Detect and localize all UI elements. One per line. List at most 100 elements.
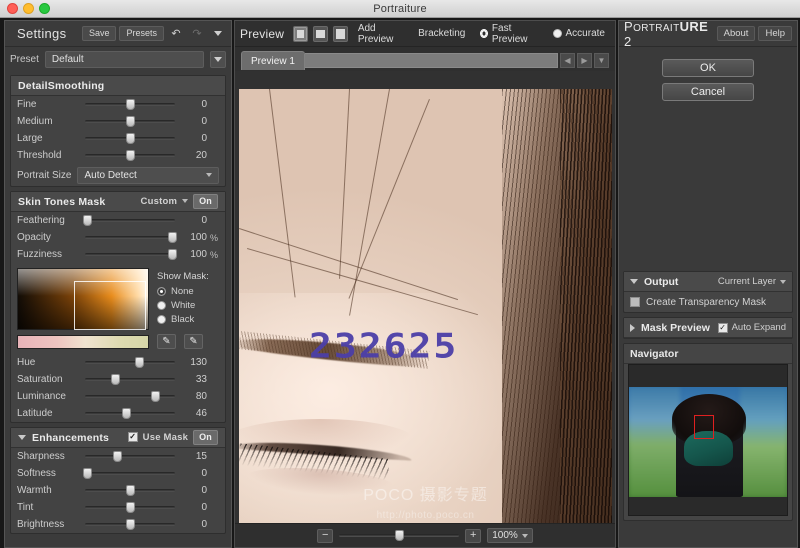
chevron-right-icon[interactable]: [630, 323, 635, 332]
preset-select[interactable]: Default: [44, 50, 204, 68]
bracketing-button[interactable]: Bracketing: [413, 26, 470, 41]
single-view-icon[interactable]: [293, 25, 308, 42]
slider-hue[interactable]: Hue 130: [11, 354, 225, 371]
slider-warmth[interactable]: Warmth 0: [11, 482, 225, 499]
slider-brightness[interactable]: Brightness 0: [11, 516, 225, 533]
eyedropper-plus-icon[interactable]: ✎: [157, 334, 176, 349]
zoom-out-button[interactable]: −: [317, 528, 334, 543]
output-header[interactable]: Output Current Layer: [624, 272, 792, 292]
add-preview-button[interactable]: Add Preview: [353, 21, 408, 47]
tab-preview-1[interactable]: Preview 1: [241, 51, 305, 70]
slider-fine[interactable]: Fine 0: [11, 96, 225, 113]
slider-feathering[interactable]: Feathering 0: [11, 212, 225, 229]
eyedropper-minus-icon[interactable]: ✎: [184, 334, 203, 349]
slider-latitude[interactable]: Latitude 46: [11, 405, 225, 422]
slider-saturation-track[interactable]: [85, 374, 175, 385]
chevron-down-icon[interactable]: [18, 435, 26, 440]
slider-large-track[interactable]: [85, 133, 175, 144]
cancel-button[interactable]: Cancel: [662, 83, 754, 101]
zoom-in-button[interactable]: +: [465, 528, 482, 543]
slider-opacity-track[interactable]: [85, 232, 178, 243]
accurate-option[interactable]: Accurate: [548, 26, 610, 41]
chevron-down-icon[interactable]: [630, 279, 638, 284]
tab-list-chevron-down-icon[interactable]: ▼: [594, 53, 609, 68]
show-mask-option-black[interactable]: Black: [157, 314, 209, 325]
navigator-viewport-rect[interactable]: [693, 414, 715, 439]
slider-feathering-track[interactable]: [82, 215, 175, 226]
skin-tone-selection-rect[interactable]: [74, 281, 146, 330]
slider-saturation[interactable]: Saturation 33: [11, 371, 225, 388]
slider-warmth-value: 0: [201, 485, 207, 496]
about-button[interactable]: About: [716, 25, 756, 42]
slider-fuzziness[interactable]: Fuzziness 100 %: [11, 246, 225, 263]
zoom-level-select[interactable]: 100%: [487, 528, 533, 543]
slider-opacity[interactable]: Opacity 100 %: [11, 229, 225, 246]
slider-threshold-track[interactable]: [85, 150, 175, 161]
radio-accurate-icon[interactable]: [552, 29, 562, 38]
presets-button[interactable]: Presets: [119, 26, 164, 41]
slider-fine-track[interactable]: [85, 99, 175, 110]
slider-tint-track[interactable]: [85, 502, 175, 513]
fast-preview-option[interactable]: Fast Preview: [475, 21, 542, 47]
split-vertical-view-icon[interactable]: [332, 25, 348, 42]
show-mask-option-none[interactable]: None: [157, 286, 209, 297]
output-target-value[interactable]: Current Layer: [718, 276, 776, 287]
chevron-right-icon[interactable]: ▶: [577, 53, 592, 68]
slider-sharpness-track[interactable]: [85, 451, 175, 462]
app-body: Settings Save Presets ↶ ↷ Preset Default…: [0, 18, 800, 548]
action-buttons: OK Cancel: [619, 47, 797, 101]
zoom-slider-track[interactable]: [339, 530, 460, 541]
slider-luminance[interactable]: Luminance 80: [11, 388, 225, 405]
redo-arrow-icon[interactable]: ↷: [188, 26, 206, 41]
show-mask-none-label: None: [171, 286, 194, 297]
enhancements-header[interactable]: Enhancements ✓ Use Mask On: [11, 428, 225, 448]
skin-tone-swatch-bar[interactable]: [17, 334, 149, 349]
slider-luminance-track[interactable]: [85, 391, 175, 402]
show-mask-option-white[interactable]: White: [157, 300, 209, 311]
save-button[interactable]: Save: [81, 26, 117, 41]
slider-warmth-track[interactable]: [85, 485, 175, 496]
slider-tint[interactable]: Tint 0: [11, 499, 225, 516]
ok-button[interactable]: OK: [662, 59, 754, 77]
detail-smoothing-header[interactable]: DetailSmoothing: [11, 76, 225, 96]
split-horizontal-view-icon[interactable]: [313, 25, 328, 42]
slider-medium[interactable]: Medium 0: [11, 113, 225, 130]
enhancements-toggle[interactable]: On: [193, 430, 218, 445]
chevron-left-icon[interactable]: ◀: [560, 53, 575, 68]
skin-tones-mask-header[interactable]: Skin Tones Mask Custom On: [11, 192, 225, 212]
slider-medium-track[interactable]: [85, 116, 175, 127]
photo-hair-strands: [560, 89, 612, 533]
create-transparency-mask-checkbox[interactable]: [630, 297, 640, 307]
use-mask-checkbox[interactable]: ✓: [127, 432, 138, 443]
slider-sharpness[interactable]: Sharpness 15: [11, 448, 225, 465]
radio-white-icon[interactable]: [157, 301, 166, 310]
slider-softness-track[interactable]: [82, 468, 175, 479]
slider-saturation-value: 33: [195, 374, 207, 385]
slider-softness[interactable]: Softness 0: [11, 465, 225, 482]
radio-black-icon[interactable]: [157, 315, 166, 324]
skin-mask-mode-value[interactable]: Custom: [141, 196, 178, 207]
create-transparency-mask-row[interactable]: Create Transparency Mask: [624, 292, 792, 312]
portrait-size-select[interactable]: Auto Detect: [77, 166, 219, 184]
chevron-down-icon[interactable]: [780, 279, 786, 284]
navigator-thumbnail[interactable]: [628, 364, 788, 516]
skin-tone-gradient-picker[interactable]: [17, 268, 149, 330]
slider-latitude-track[interactable]: [85, 408, 175, 419]
mask-preview-header[interactable]: Mask Preview ✓ Auto Expand: [624, 318, 792, 338]
slider-fuzziness-track[interactable]: [85, 249, 178, 260]
preset-dropdown-chevron-down-icon[interactable]: [210, 50, 226, 68]
slider-brightness-track[interactable]: [85, 519, 175, 530]
preview-image-area[interactable]: 232625 POCO 摄影专题 http://photo.poco.cn: [239, 89, 612, 533]
slider-threshold[interactable]: Threshold 20: [11, 147, 225, 164]
auto-expand-checkbox[interactable]: ✓: [717, 322, 728, 333]
radio-none-icon[interactable]: [157, 287, 166, 296]
help-button[interactable]: Help: [758, 25, 792, 42]
chevron-down-icon[interactable]: [182, 199, 189, 204]
portraiture-header: PORTRAITURE 2 About Help: [619, 19, 797, 49]
radio-fast-preview-icon[interactable]: [480, 29, 488, 38]
skin-mask-toggle[interactable]: On: [193, 194, 218, 209]
undo-arrow-icon[interactable]: ↶: [167, 26, 185, 41]
slider-large[interactable]: Large 0: [11, 130, 225, 147]
slider-hue-track[interactable]: [85, 357, 175, 368]
chevron-down-icon[interactable]: [209, 26, 227, 41]
